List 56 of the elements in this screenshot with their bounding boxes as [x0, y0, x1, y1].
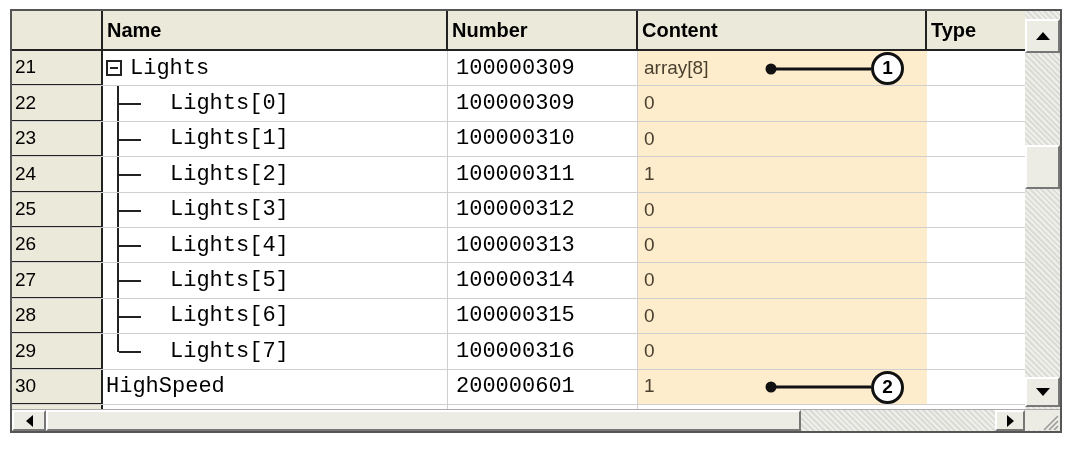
name-cell-text: Lights[3]	[170, 196, 289, 225]
row-header[interactable]: 24	[12, 157, 103, 192]
tree-connector	[117, 227, 139, 263]
tree-connector	[117, 263, 139, 298]
name-cell-text: Lights[4]	[170, 231, 289, 260]
row-header[interactable]: 30	[12, 369, 103, 404]
row-header[interactable]: 22	[12, 86, 103, 121]
horizontal-scrollbar[interactable]	[12, 409, 1060, 431]
content-cell-text: array[8]	[644, 55, 709, 80]
name-cell-text: HighSpeed	[106, 373, 225, 402]
row-header[interactable]: 26	[12, 227, 103, 263]
scroll-left-button[interactable]	[12, 410, 46, 431]
row-header[interactable]: 27	[12, 263, 103, 298]
content-cell-text: 0	[644, 339, 655, 364]
column-header[interactable]: Number	[448, 11, 638, 49]
content-cell-text: 1	[644, 374, 655, 399]
scroll-right-button[interactable]	[995, 410, 1025, 431]
row-header[interactable]: 21	[12, 51, 103, 86]
content-cell-text: 0	[644, 268, 655, 293]
content-cell-text: 0	[644, 232, 655, 257]
left-arrow-icon	[25, 414, 33, 427]
column-header[interactable]: Content	[638, 11, 927, 49]
size-grip-icon[interactable]	[1025, 410, 1060, 430]
collapse-icon[interactable]	[106, 60, 122, 77]
content-cell-text: 0	[644, 197, 655, 222]
callout-number: 1	[871, 52, 904, 85]
column-header[interactable]: Name	[103, 11, 448, 49]
down-arrow-icon	[1035, 388, 1050, 396]
row-header[interactable]: 28	[12, 298, 103, 334]
right-arrow-icon	[1006, 414, 1014, 427]
name-cell-text: Lights[1]	[170, 125, 289, 154]
scroll-down-button[interactable]	[1025, 377, 1060, 407]
name-cell-text: Lights[6]	[170, 302, 289, 331]
row-header[interactable]: 29	[12, 334, 103, 369]
content-cell-text: 0	[644, 303, 655, 328]
scroll-thumb[interactable]	[1025, 145, 1060, 189]
content-cell-text: 0	[644, 126, 655, 151]
scroll-up-button[interactable]	[1025, 19, 1060, 53]
column-header[interactable]: Type	[927, 11, 1025, 49]
scroll-thumb[interactable]	[46, 410, 801, 431]
up-arrow-icon	[1035, 32, 1050, 40]
tree-connector	[117, 192, 139, 227]
tree-connector	[117, 121, 139, 157]
callout-number: 2	[871, 370, 904, 404]
tree-connector	[117, 86, 139, 121]
name-cell-text: Lights	[130, 54, 210, 83]
name-cell-text: Lights[7]	[170, 337, 289, 366]
vertical-scrollbar[interactable]	[1025, 11, 1060, 409]
row-header[interactable]: 25	[12, 192, 103, 227]
row-header[interactable]: 23	[12, 121, 103, 157]
name-cell-text: Lights[0]	[170, 90, 289, 119]
content-cell-text: 0	[644, 91, 655, 116]
name-cell-text: Lights[5]	[170, 267, 289, 296]
tree-connector	[117, 157, 139, 192]
content-cell-text: 1	[644, 162, 655, 187]
name-cell-text: Lights[2]	[170, 160, 289, 189]
